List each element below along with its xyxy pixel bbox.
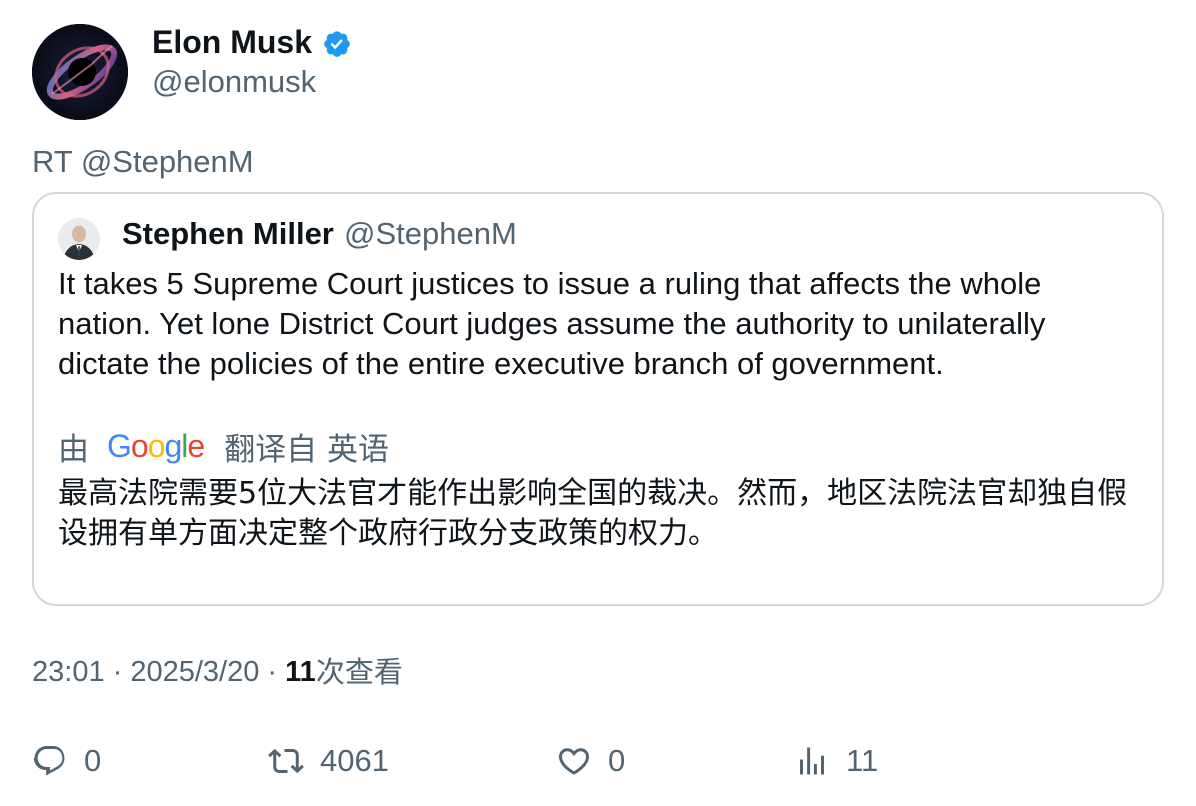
translated-by-label: 由	[58, 431, 89, 468]
retweet-label: RT @StephenM	[32, 144, 254, 179]
tweet-date[interactable]: 2025/3/20	[130, 652, 259, 692]
views-bar-chart-icon	[800, 747, 824, 775]
translated-text: 最高法院需要5位大法官才能作出影响全国的裁决。然而，地区法院法官却独自假设拥有单…	[58, 476, 1128, 551]
tweet-actions: 0 4061 0 11	[32, 738, 1164, 784]
quoted-author-avatar-image	[58, 218, 100, 260]
author-avatar-image	[32, 24, 128, 120]
retweet-button[interactable]: 4061	[268, 738, 389, 784]
reply-count: 0	[84, 743, 102, 778]
meta-separator: ·	[104, 656, 131, 688]
author-name-row[interactable]: Elon Musk	[152, 22, 352, 62]
verified-badge-icon	[322, 28, 352, 58]
like-count: 0	[608, 743, 626, 778]
tweet-time[interactable]: 23:01	[32, 652, 105, 692]
author-handle[interactable]: @elonmusk	[152, 62, 316, 102]
reply-button[interactable]: 0	[32, 738, 101, 784]
quoted-tweet-text: It takes 5 Supreme Court justices to iss…	[58, 266, 1046, 381]
meta-separator: ·	[259, 656, 286, 688]
reply-icon	[33, 746, 65, 776]
views-action-count: 11	[846, 743, 879, 778]
views-button[interactable]: 11	[794, 738, 878, 784]
translation-attribution: 由 Google 翻译自 英语	[58, 426, 390, 468]
views-label: 次查看	[315, 655, 403, 689]
quoted-author-handle[interactable]: @StephenM	[344, 214, 517, 254]
heart-icon	[558, 748, 590, 775]
author-name[interactable]: Elon Musk	[152, 22, 312, 62]
quoted-tweet-card[interactable]: Stephen Miller @StephenM It takes 5 Supr…	[32, 192, 1164, 606]
quoted-author-avatar[interactable]	[58, 218, 100, 260]
quoted-author-name[interactable]: Stephen Miller	[122, 214, 334, 254]
retweet-icon	[268, 748, 304, 774]
views-count: 11	[285, 656, 316, 688]
tweet-meta: 23:01 · 2025/3/20 · 11 次查看	[32, 652, 403, 692]
translated-from-label: 翻译自 英语	[224, 431, 390, 468]
author-avatar[interactable]	[32, 24, 128, 120]
retweet-count: 4061	[320, 743, 389, 778]
like-button[interactable]: 0	[556, 738, 625, 784]
google-logo: Google	[107, 427, 205, 464]
